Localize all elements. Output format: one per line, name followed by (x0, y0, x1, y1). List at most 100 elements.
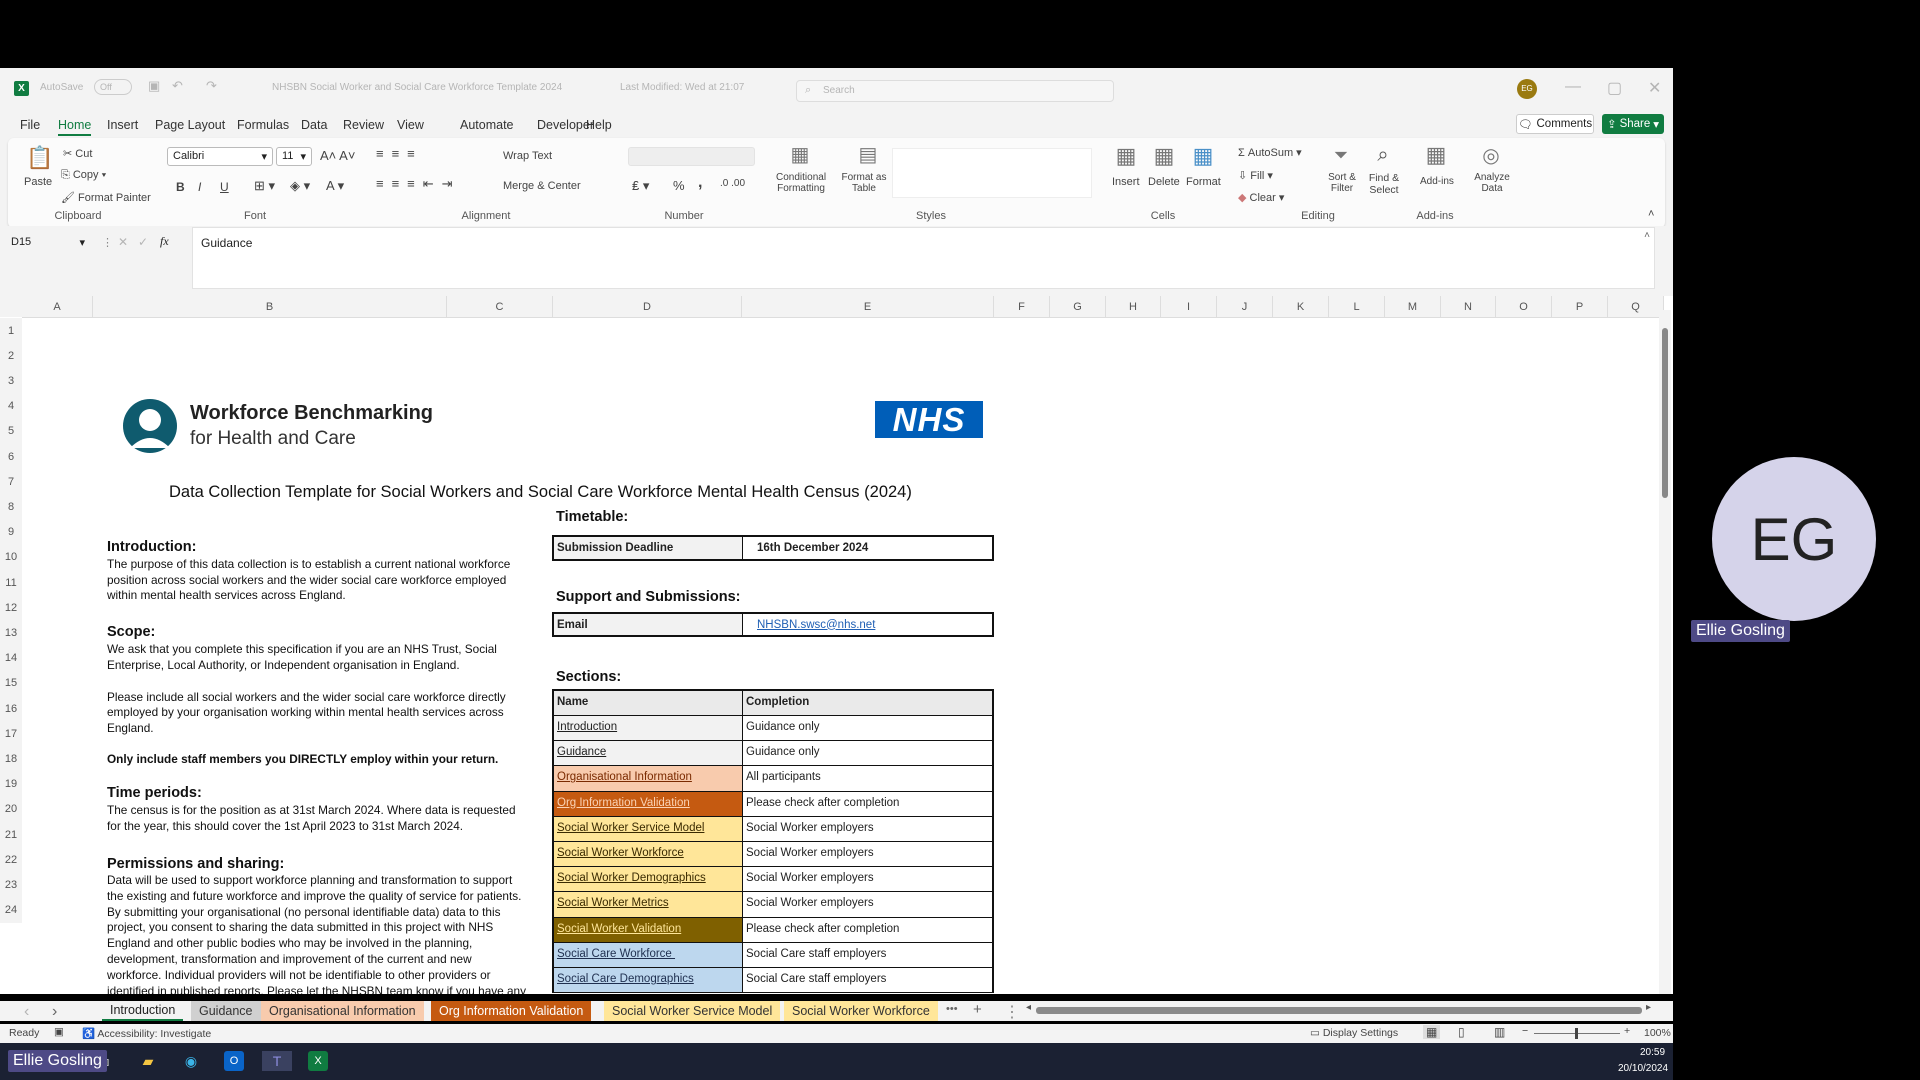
zoom-slider-thumb[interactable] (1575, 1028, 1578, 1039)
format-as-table-button[interactable]: Format as Table (838, 172, 890, 194)
row-header-10[interactable]: 10 (0, 544, 22, 570)
formula-input[interactable]: Guidance ˄ (192, 227, 1655, 289)
insert-cells-icon[interactable]: ▦ (1112, 143, 1140, 168)
column-header-N[interactable]: N (1441, 296, 1496, 317)
section-link[interactable]: Social Worker Workforce (554, 841, 743, 867)
column-header-C[interactable]: C (447, 296, 553, 317)
find-select-button[interactable]: Find & Select (1364, 172, 1404, 196)
expand-formula-icon[interactable]: ˄ (1644, 230, 1650, 241)
row-header-5[interactable]: 5 (0, 418, 22, 444)
format-button[interactable]: Format (1186, 176, 1221, 188)
edge-icon[interactable]: ◉ (181, 1051, 201, 1071)
font-name-select[interactable]: Calibri ▾ (167, 147, 273, 166)
file-explorer-icon[interactable]: ▰ (138, 1051, 158, 1071)
previous-sheet-icon[interactable]: ‹ (24, 1003, 29, 1021)
email-link[interactable]: NHSBN.swsc@nhs.net (743, 614, 992, 635)
delete-cells-icon[interactable]: ▦ (1150, 143, 1178, 168)
row-header-13[interactable]: 13 (0, 620, 22, 646)
column-header-J[interactable]: J (1217, 296, 1273, 317)
sheet-tab-organisational-information[interactable]: Organisational Information (261, 1001, 424, 1021)
section-link[interactable]: Social Care Demographics (554, 967, 743, 993)
display-settings-button[interactable]: ▭ Display Settings (1310, 1027, 1398, 1039)
sort-filter-icon[interactable]: ⏷ (1328, 142, 1354, 168)
row-header-20[interactable]: 20 (0, 796, 22, 822)
comments-button[interactable]: 🗨 Comments (1516, 114, 1594, 134)
section-link[interactable]: Social Care Workforce (554, 942, 743, 967)
row-header-16[interactable]: 16 (0, 696, 22, 722)
minimize-button[interactable]: — (1565, 78, 1581, 96)
fill-button[interactable]: ⇩ Fill ▾ (1238, 169, 1273, 182)
vertical-scrollbar[interactable] (1659, 310, 1671, 994)
section-link[interactable]: Social Worker Demographics (554, 867, 743, 892)
taskbar-excel-icon[interactable]: X (308, 1051, 328, 1071)
section-link[interactable]: Social Worker Validation (554, 917, 743, 942)
delete-button[interactable]: Delete (1148, 176, 1180, 188)
section-link[interactable]: Guidance (554, 741, 743, 766)
row-header-15[interactable]: 15 (0, 670, 22, 696)
enter-icon[interactable]: ✓ (138, 235, 148, 249)
font-size-select[interactable]: 11 ▾ (276, 147, 312, 166)
cell-styles-gallery[interactable] (892, 148, 1092, 198)
format-cells-icon[interactable]: ▦ (1189, 143, 1217, 168)
column-header-E[interactable]: E (742, 296, 994, 317)
addins-icon[interactable]: ▦ (1423, 142, 1449, 168)
menu-tab-help[interactable]: Help (586, 118, 612, 132)
section-link[interactable]: Organisational Information (554, 766, 743, 791)
bold-button[interactable]: B (176, 180, 185, 194)
zoom-slider[interactable] (1534, 1028, 1620, 1039)
vertical-scroll-thumb[interactable] (1662, 328, 1668, 498)
comma-button[interactable]: , (698, 174, 702, 192)
percent-button[interactable]: % (673, 178, 685, 193)
sheet-tab-social-worker-workforce[interactable]: Social Worker Workforce (784, 1001, 938, 1021)
menu-tab-automate[interactable]: Automate (460, 118, 514, 132)
page-layout-view-icon[interactable]: ▯ (1458, 1025, 1465, 1039)
column-header-O[interactable]: O (1496, 296, 1552, 317)
next-sheet-icon[interactable]: › (52, 1003, 57, 1021)
user-avatar[interactable]: EG (1517, 79, 1537, 99)
underline-button[interactable]: U (220, 180, 229, 194)
menu-tab-home[interactable]: Home (58, 118, 92, 136)
copy-button[interactable]: ⎘ Copy ▾ (61, 169, 106, 182)
row-header-18[interactable]: 18 (0, 746, 22, 772)
borders-icon[interactable]: ⊞ ▾ (254, 178, 275, 194)
outlook-icon[interactable]: O (224, 1051, 244, 1071)
section-link[interactable]: Org Information Validation (554, 791, 743, 816)
cancel-icon[interactable]: ✕ (118, 235, 128, 249)
wrap-text-button[interactable]: Wrap Text (503, 150, 552, 162)
undo-icon[interactable]: ↶ (172, 78, 183, 94)
addins-button[interactable]: Add-ins (1420, 176, 1454, 187)
row-header-14[interactable]: 14 (0, 645, 22, 671)
row-header-1[interactable]: 1 (0, 318, 22, 344)
menu-tab-view[interactable]: View (397, 118, 424, 132)
sheet-tab-social-worker-service-model[interactable]: Social Worker Service Model (604, 1001, 781, 1021)
redo-icon[interactable]: ↷ (206, 78, 217, 94)
autosum-button[interactable]: Σ AutoSum ▾ (1238, 146, 1302, 159)
row-header-3[interactable]: 3 (0, 368, 22, 394)
column-header-D[interactable]: D (553, 296, 742, 317)
normal-view-icon[interactable]: ▦ (1423, 1025, 1441, 1039)
row-header-11[interactable]: 11 (0, 570, 22, 596)
menu-tab-review[interactable]: Review (343, 118, 384, 132)
tab-splitter-icon[interactable]: ⋮ (1004, 1002, 1020, 1022)
section-link[interactable]: Social Worker Service Model (554, 816, 743, 841)
conditional-formatting-button[interactable]: Conditional Formatting (776, 172, 826, 194)
sheet-tab-org-information-validation[interactable]: Org Information Validation (431, 1001, 592, 1021)
insert-button[interactable]: Insert (1112, 176, 1140, 188)
menu-tab-data[interactable]: Data (301, 118, 327, 132)
row-header-24[interactable]: 24 (0, 897, 22, 923)
find-icon[interactable]: ⌕ (1370, 142, 1396, 168)
section-link[interactable]: Introduction (554, 716, 743, 741)
column-header-F[interactable]: F (994, 296, 1050, 317)
row-header-9[interactable]: 9 (0, 519, 22, 545)
number-format-select[interactable] (628, 147, 755, 166)
row-header-19[interactable]: 19 (0, 771, 22, 797)
zoom-out-button[interactable]: − (1522, 1025, 1528, 1037)
sheet-tab-introduction[interactable]: Introduction (102, 1001, 184, 1021)
column-header-K[interactable]: K (1273, 296, 1329, 317)
column-header-H[interactable]: H (1106, 296, 1161, 317)
close-button[interactable]: ✕ (1648, 78, 1661, 98)
analyze-data-icon[interactable]: ◎ (1478, 142, 1504, 168)
autosave-toggle[interactable]: Off (94, 79, 132, 95)
column-header-I[interactable]: I (1161, 296, 1217, 317)
column-header-Q[interactable]: Q (1608, 296, 1664, 317)
